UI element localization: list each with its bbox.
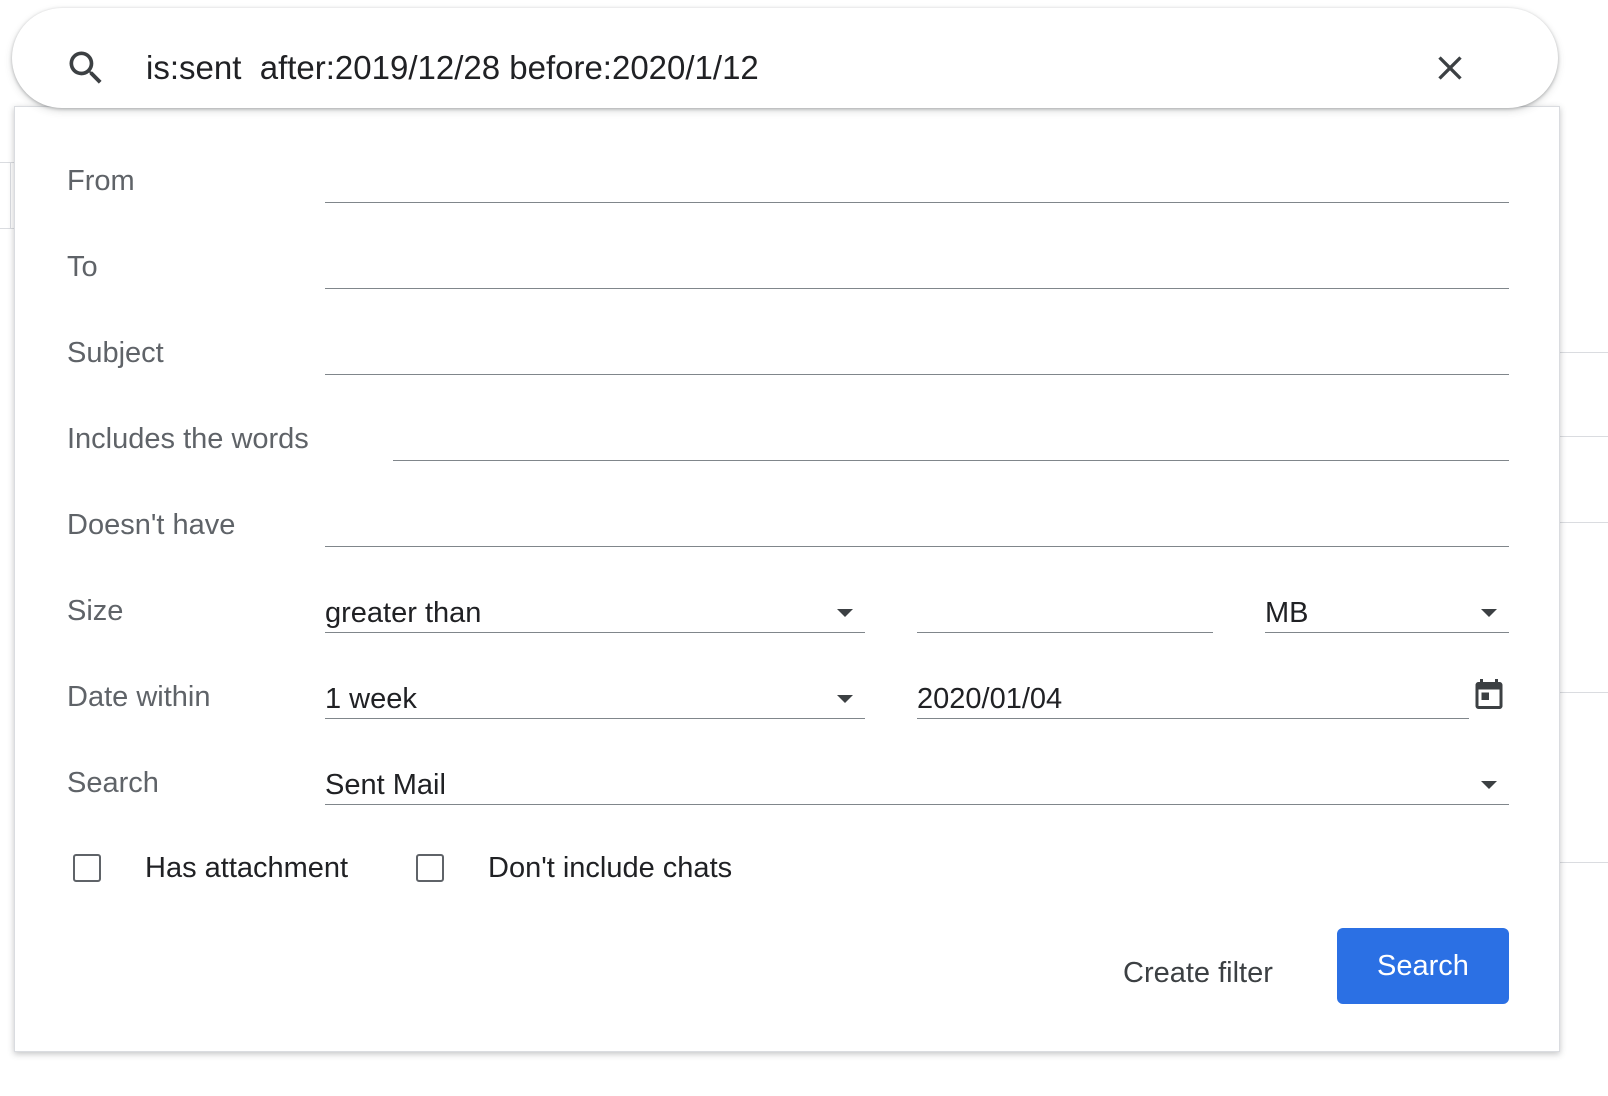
size-amount-field[interactable]	[917, 593, 1213, 633]
size-operator-dropdown[interactable]: greater than	[325, 593, 865, 633]
size-unit-dropdown[interactable]: MB	[1265, 593, 1509, 633]
search-query-input[interactable]: is:sent after:2019/12/28 before:2020/1/1…	[146, 46, 759, 90]
doesnt-have-field[interactable]	[325, 507, 1509, 547]
date-within-label: Date within	[67, 681, 211, 713]
background-divider	[0, 162, 14, 163]
date-range-dropdown[interactable]: 1 week	[325, 679, 865, 719]
from-input[interactable]	[325, 164, 1509, 203]
subject-input[interactable]	[325, 336, 1509, 375]
date-value[interactable]: 2020/01/04	[917, 683, 1062, 715]
size-amount-input[interactable]	[917, 594, 1213, 633]
to-field[interactable]	[325, 249, 1509, 289]
size-unit-value: MB	[1265, 597, 1309, 629]
includes-words-input[interactable]	[393, 422, 1509, 461]
has-attachment-label[interactable]: Has attachment	[145, 850, 348, 886]
create-filter-button[interactable]: Create filter	[1111, 947, 1285, 999]
search-in-label: Search	[67, 767, 159, 799]
background-divider	[10, 162, 11, 228]
includes-words-field[interactable]	[393, 421, 1509, 461]
advanced-search-dialog: From To Subject Includes the words Doesn…	[14, 106, 1560, 1052]
size-operator-value: greater than	[325, 597, 482, 629]
to-input[interactable]	[325, 250, 1509, 289]
search-in-dropdown[interactable]: Sent Mail	[325, 765, 1509, 805]
search-icon[interactable]	[64, 46, 108, 90]
size-label: Size	[67, 595, 124, 627]
from-field[interactable]	[325, 163, 1509, 203]
subject-field[interactable]	[325, 335, 1509, 375]
search-button[interactable]: Search	[1337, 928, 1509, 1004]
to-label: To	[67, 251, 98, 283]
has-attachment-checkbox[interactable]	[73, 854, 101, 882]
doesnt-have-label: Doesn't have	[67, 509, 236, 541]
dont-include-chats-checkbox[interactable]	[416, 854, 444, 882]
chevron-down-icon	[837, 609, 853, 617]
background-divider	[1560, 522, 1608, 523]
date-range-value: 1 week	[325, 683, 417, 715]
background-divider	[1560, 352, 1608, 353]
from-label: From	[67, 165, 135, 197]
search-bar[interactable]: is:sent after:2019/12/28 before:2020/1/1…	[12, 8, 1558, 108]
subject-label: Subject	[67, 337, 164, 369]
doesnt-have-input[interactable]	[325, 508, 1509, 547]
background-divider	[1560, 436, 1608, 437]
calendar-icon[interactable]	[1471, 675, 1507, 713]
includes-words-label: Includes the words	[67, 423, 309, 455]
dont-include-chats-label[interactable]: Don't include chats	[488, 850, 732, 886]
background-divider	[1560, 862, 1608, 863]
search-in-value: Sent Mail	[325, 769, 446, 801]
chevron-down-icon	[837, 695, 853, 703]
background-divider	[1560, 692, 1608, 693]
date-field[interactable]: 2020/01/04	[917, 679, 1469, 719]
chevron-down-icon	[1481, 609, 1497, 617]
close-icon[interactable]	[1430, 48, 1470, 88]
chevron-down-icon	[1481, 781, 1497, 789]
background-divider	[0, 228, 14, 229]
